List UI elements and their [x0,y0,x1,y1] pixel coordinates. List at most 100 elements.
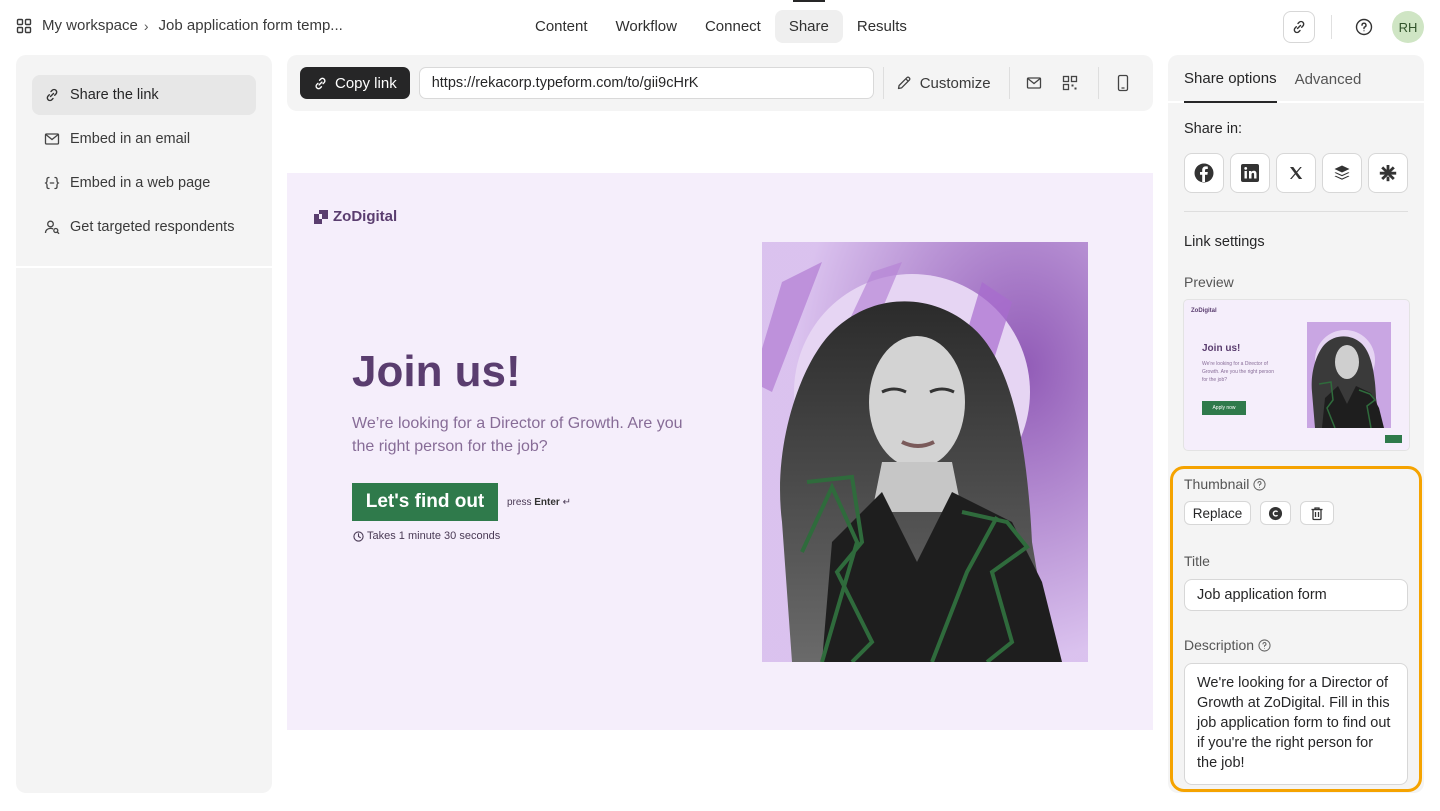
mobile-preview-button[interactable] [1109,69,1137,97]
left-item-share-link[interactable]: Share the link [32,75,256,115]
duration-note: Takes 1 minute 30 seconds [353,530,500,542]
press-enter-hint: press Enter ↵ [507,497,571,508]
mini-photo [1307,322,1391,428]
brand-logo: ZoDigital [314,208,397,225]
chevron-right-icon: › [143,17,149,34]
email-share-button[interactable] [1020,69,1048,97]
share-buffer-button[interactable] [1322,153,1362,193]
workspace-grid-icon [16,18,32,33]
left-item-embed-web[interactable]: Embed in a web page [32,163,256,203]
copy-link-top-button[interactable] [1283,11,1315,43]
replace-thumbnail-button[interactable]: Replace [1184,501,1251,525]
mini-nav-arrows [1385,435,1402,443]
link-icon [1293,20,1305,34]
portrait-illustration [762,242,1088,662]
cta-button[interactable]: Let's find out [352,483,498,521]
tab-content[interactable]: Content [521,10,602,43]
divider [1008,67,1010,99]
title-label: Title [1184,553,1210,569]
mini-title: Join us! [1202,343,1241,354]
left-item-label: Get targeted respondents [70,219,235,235]
left-item-embed-email[interactable]: Embed in an email [32,119,256,159]
left-item-label: Embed in a web page [70,175,211,191]
enter-key: Enter [534,497,560,508]
link-icon [46,88,58,102]
description-textarea[interactable]: We're looking for a Director of Growth a… [1184,663,1408,785]
press-prefix: press [507,497,532,508]
code-braces-icon [44,176,60,190]
x-icon [1290,167,1303,179]
share-url-field[interactable]: https://rekacorp.typeform.com/to/gii9cHr… [418,67,874,99]
breadcrumb-form[interactable]: Job application form temp... [159,17,343,34]
facebook-icon [1194,163,1214,183]
link-settings-label: Link settings [1184,234,1265,250]
description-label: Description [1184,637,1255,653]
hero-image [762,242,1088,662]
breadcrumb-workspace[interactable]: My workspace [42,17,138,34]
left-item-label: Share the link [70,87,159,103]
share-x-button[interactable] [1276,153,1316,193]
copy-link-label: Copy link [335,74,397,92]
share-facebook-button[interactable] [1184,153,1224,193]
tab-results[interactable]: Results [843,10,921,43]
tab-advanced[interactable]: Advanced [1295,55,1362,103]
main-nav: Content Workflow Connect Share Results [521,0,921,43]
right-panel-tabs: Share options Advanced [1168,55,1424,103]
help-circle-icon[interactable] [1253,477,1266,491]
tab-workflow[interactable]: Workflow [602,10,691,43]
qr-code-icon [1062,75,1077,91]
social-share-buttons [1184,153,1408,212]
title-input[interactable]: Job application form [1184,579,1408,611]
avatar[interactable]: RH [1392,11,1424,43]
share-linkedin-button[interactable] [1230,153,1270,193]
share-in-label: Share in: [1184,121,1243,137]
share-options-panel: Share options Advanced Share in: Link se… [1168,55,1424,793]
thumbnail-label: Thumbnail [1184,476,1250,492]
link-toolbar: Copy link https://rekacorp.typeform.com/… [287,55,1153,111]
tab-share[interactable]: Share [774,0,843,43]
tab-connect[interactable]: Connect [691,10,775,43]
qr-code-button[interactable] [1056,69,1084,97]
linkedin-icon [1241,164,1259,182]
share-methods-panel: Share the link Embed in an email Embed i… [16,55,272,793]
link-preview-card: ZoDigital Join us! We're looking for a D… [1184,300,1409,450]
share-linktree-button[interactable] [1368,153,1408,193]
preview-label: Preview [1184,274,1234,290]
buffer-icon [1334,165,1350,180]
customize-label: Customize [919,74,991,92]
form-preview: ZoDigital Join us! We’re looking for a D… [287,173,1153,730]
user-search-icon [44,220,60,235]
delete-thumbnail-button[interactable] [1300,501,1334,525]
mini-subtitle: We're looking for a Director of Growth. … [1202,361,1274,383]
brand-name: ZoDigital [333,208,398,225]
top-bar: My workspace › Job application form temp… [0,0,1440,54]
tab-share-options[interactable]: Share options [1184,55,1277,103]
mail-icon [1026,77,1041,89]
pencil-icon [897,76,911,90]
hero-title: Join us! [352,347,521,396]
divider [882,67,884,99]
zodigital-logo-icon [314,209,328,224]
clock-icon [353,530,364,542]
left-item-targeted-respondents[interactable]: Get targeted respondents [32,207,256,247]
customize-button[interactable]: Customize [896,75,991,92]
trash-icon [1311,506,1323,520]
breadcrumb: My workspace › Job application form temp… [16,17,343,34]
linktree-icon [1379,165,1397,182]
copyright-icon [1268,506,1283,520]
help-circle-icon[interactable] [1258,638,1271,652]
duration-text: Takes 1 minute 30 seconds [367,530,501,542]
divider [1331,15,1332,39]
enter-key-icon: ↵ [562,497,571,508]
hero-subtitle: We’re looking for a Director of Growth. … [352,415,683,455]
mobile-phone-icon [1117,74,1128,92]
mail-icon [44,133,60,145]
mini-brand: ZoDigital [1191,308,1217,314]
divider [1097,67,1099,99]
reset-thumbnail-button[interactable] [1260,501,1291,525]
help-circle-icon [1355,18,1373,36]
help-button[interactable] [1348,11,1380,43]
mini-apply-button: Apply now [1202,401,1246,415]
top-right-actions: RH [1283,11,1424,43]
copy-link-button[interactable]: Copy link [300,67,410,99]
